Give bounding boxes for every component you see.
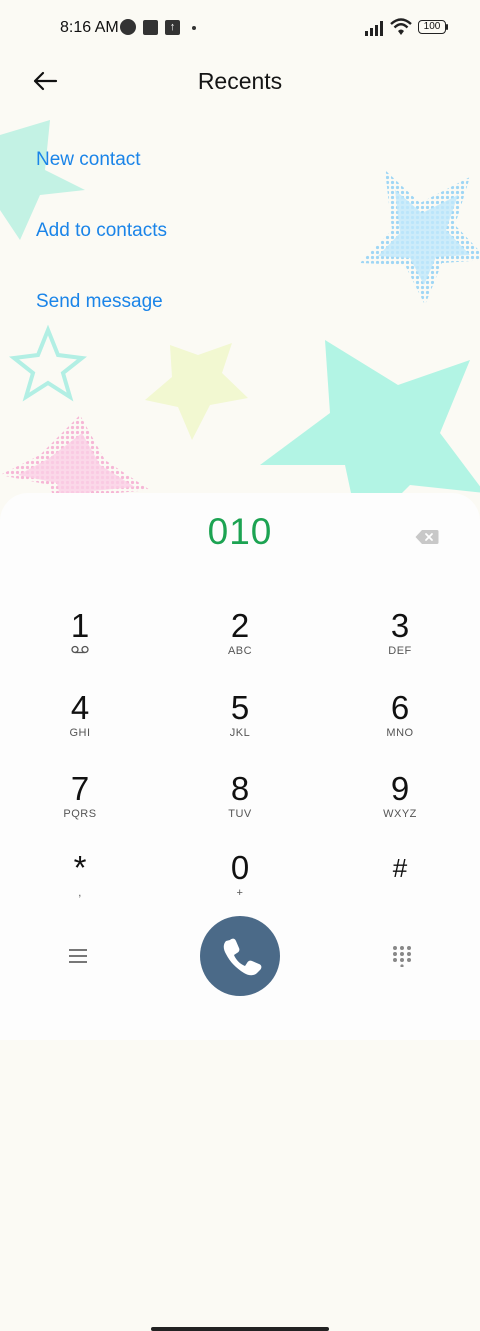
dial-key-5[interactable]: 5 JKL: [180, 690, 300, 760]
key-digit: 7: [70, 770, 90, 807]
key-letters: ,: [78, 887, 82, 899]
signal-icon: [365, 21, 383, 36]
dial-key-star[interactable]: * ,: [20, 850, 140, 920]
home-indicator[interactable]: [151, 1327, 329, 1331]
key-letters: PQRS: [63, 808, 97, 820]
dial-key-4[interactable]: 4 GHI: [20, 690, 140, 760]
upload-icon: ↑: [165, 20, 180, 35]
key-letters: ABC: [227, 645, 253, 657]
new-contact-link[interactable]: New contact: [36, 149, 141, 171]
call-button[interactable]: [200, 916, 280, 996]
key-digit: *: [73, 849, 87, 886]
phone-icon: [223, 938, 262, 976]
dial-key-1[interactable]: 1: [20, 608, 140, 678]
key-letters: GHI: [69, 727, 91, 739]
key-digit: 2: [230, 607, 250, 644]
key-digit: 3: [390, 607, 410, 644]
menu-icon[interactable]: [66, 945, 90, 967]
key-digit: 5: [230, 689, 250, 726]
key-letters: DEF: [388, 645, 412, 657]
notification-icon: [120, 19, 136, 35]
key-digit: #: [392, 853, 408, 883]
key-digit: 9: [390, 770, 410, 807]
key-letters: TUV: [228, 808, 252, 820]
wifi-icon: [390, 18, 412, 35]
send-message-link[interactable]: Send message: [36, 291, 163, 313]
page-title: Recents: [197, 68, 283, 94]
dial-key-hash[interactable]: #: [340, 850, 460, 920]
dialed-number: 010: [207, 511, 273, 552]
dot-icon: [192, 26, 196, 30]
key-letters: JKL: [229, 727, 251, 739]
status-time: 8:16 AM: [60, 19, 119, 36]
battery-icon: 100: [418, 20, 448, 34]
key-digit: 4: [70, 689, 90, 726]
status-bar: 8:16 AM ↑ 100: [0, 0, 480, 56]
app-icon: [143, 20, 158, 35]
key-letters: WXYZ: [383, 808, 417, 820]
dial-key-2[interactable]: 2 ABC: [180, 608, 300, 678]
dial-key-7[interactable]: 7 PQRS: [20, 771, 140, 841]
voicemail-icon: [20, 645, 140, 657]
key-digit: 0: [230, 849, 250, 886]
key-letters: MNO: [386, 727, 414, 739]
dialer-panel: 010 1 2 ABC 3 DEF 4 GHI 5 JKL 6 MNO 7 PQ…: [0, 493, 480, 1331]
background-decoration: [0, 120, 480, 515]
dialpad-icon[interactable]: [391, 945, 413, 967]
key-digit: 1: [70, 607, 90, 644]
battery-level: 100: [418, 20, 446, 34]
key-letters: +: [236, 887, 244, 899]
dial-key-6[interactable]: 6 MNO: [340, 690, 460, 760]
dial-key-3[interactable]: 3 DEF: [340, 608, 460, 678]
dial-key-0[interactable]: 0 +: [180, 850, 300, 920]
dial-key-9[interactable]: 9 WXYZ: [340, 771, 460, 841]
dial-key-8[interactable]: 8 TUV: [180, 771, 300, 841]
add-to-contacts-link[interactable]: Add to contacts: [36, 220, 167, 242]
key-digit: 8: [230, 770, 250, 807]
app-header: Recents: [0, 56, 480, 112]
key-digit: 6: [390, 689, 410, 726]
backspace-icon[interactable]: [415, 529, 439, 545]
